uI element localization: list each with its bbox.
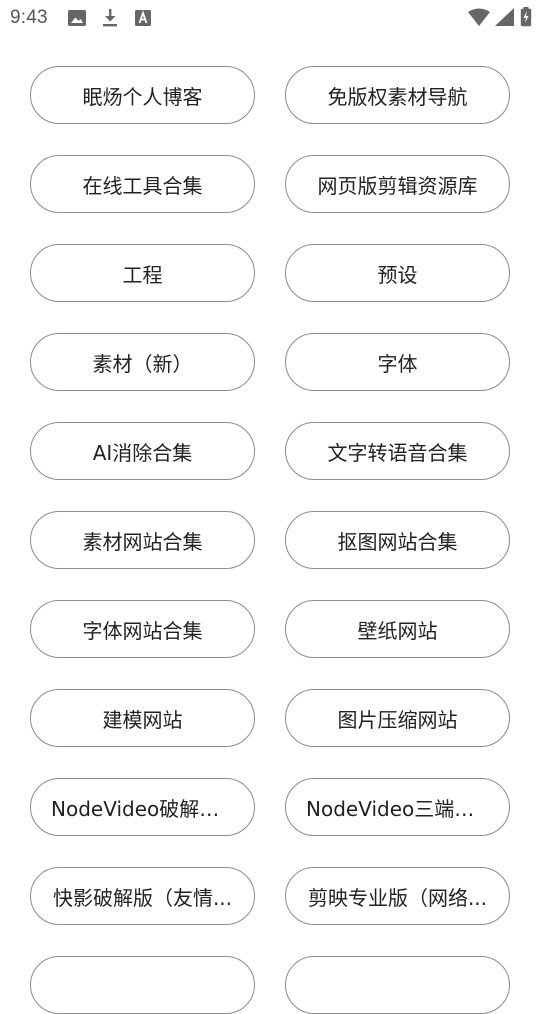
link-label: 建模网站 xyxy=(102,707,183,732)
status-bar: 9:43 xyxy=(0,0,540,36)
link-label: 工程 xyxy=(122,262,163,287)
link-label: 抠图网站合集 xyxy=(337,529,458,554)
link-button-modeling-sites[interactable]: 建模网站 xyxy=(30,689,255,747)
link-grid: 眠炀个人博客 免版权素材导航 在线工具合集 网页版剪辑资源库 工程 预设 素材（… xyxy=(30,66,510,1014)
link-button-wallpaper-sites[interactable]: 壁纸网站 xyxy=(285,600,510,658)
status-time: 9:43 xyxy=(10,7,48,28)
link-button-partial-left[interactable] xyxy=(30,956,255,1014)
link-label: NodeVideo破解版... xyxy=(51,796,234,821)
link-button-web-editing-library[interactable]: 网页版剪辑资源库 xyxy=(285,155,510,213)
notification-icons xyxy=(68,9,167,27)
link-label: 免版权素材导航 xyxy=(327,84,468,109)
font-a-icon xyxy=(135,10,151,26)
link-label: 快影破解版（友情... xyxy=(52,885,233,910)
link-label: 素材网站合集 xyxy=(82,529,203,554)
link-label: 剪映专业版（网络... xyxy=(307,885,488,910)
link-button-projects[interactable]: 工程 xyxy=(30,244,255,302)
wifi-icon xyxy=(468,8,490,26)
link-button-nodevideo-three-platform[interactable]: NodeVideo三端破... xyxy=(285,778,510,836)
link-button-text-to-speech[interactable]: 文字转语音合集 xyxy=(285,422,510,480)
link-button-kuaiying-cracked[interactable]: 快影破解版（友情... xyxy=(30,867,255,925)
download-icon xyxy=(103,9,117,27)
link-label: 文字转语音合集 xyxy=(327,440,468,465)
signal-icon xyxy=(495,8,514,26)
link-label: 图片压缩网站 xyxy=(337,707,458,732)
link-button-image-compression[interactable]: 图片压缩网站 xyxy=(285,689,510,747)
link-label: 眠炀个人博客 xyxy=(82,84,203,109)
link-button-fonts[interactable]: 字体 xyxy=(285,333,510,391)
image-icon xyxy=(68,10,86,26)
link-button-jianying-pro[interactable]: 剪映专业版（网络... xyxy=(285,867,510,925)
link-label: NodeVideo三端破... xyxy=(306,796,489,821)
link-button-ai-removal[interactable]: AI消除合集 xyxy=(30,422,255,480)
link-button-online-tools[interactable]: 在线工具合集 xyxy=(30,155,255,213)
link-label: 在线工具合集 xyxy=(82,173,203,198)
link-label: 字体网站合集 xyxy=(82,618,203,643)
link-button-free-assets-nav[interactable]: 免版权素材导航 xyxy=(285,66,510,124)
link-label: 预设 xyxy=(377,262,418,287)
link-label: 素材（新） xyxy=(92,351,193,376)
link-button-cutout-sites[interactable]: 抠图网站合集 xyxy=(285,511,510,569)
link-button-new-assets[interactable]: 素材（新） xyxy=(30,333,255,391)
link-button-asset-sites[interactable]: 素材网站合集 xyxy=(30,511,255,569)
link-button-presets[interactable]: 预设 xyxy=(285,244,510,302)
battery-charging-icon xyxy=(520,7,532,27)
link-label: AI消除合集 xyxy=(92,440,193,465)
link-button-font-sites[interactable]: 字体网站合集 xyxy=(30,600,255,658)
link-button-nodevideo-cracked[interactable]: NodeVideo破解版... xyxy=(30,778,255,836)
link-label: 壁纸网站 xyxy=(357,618,438,643)
system-icons xyxy=(463,7,532,27)
link-button-partial-right[interactable] xyxy=(285,956,510,1014)
link-button-blog[interactable]: 眠炀个人博客 xyxy=(30,66,255,124)
link-label: 字体 xyxy=(377,351,418,376)
link-label: 网页版剪辑资源库 xyxy=(317,173,478,198)
